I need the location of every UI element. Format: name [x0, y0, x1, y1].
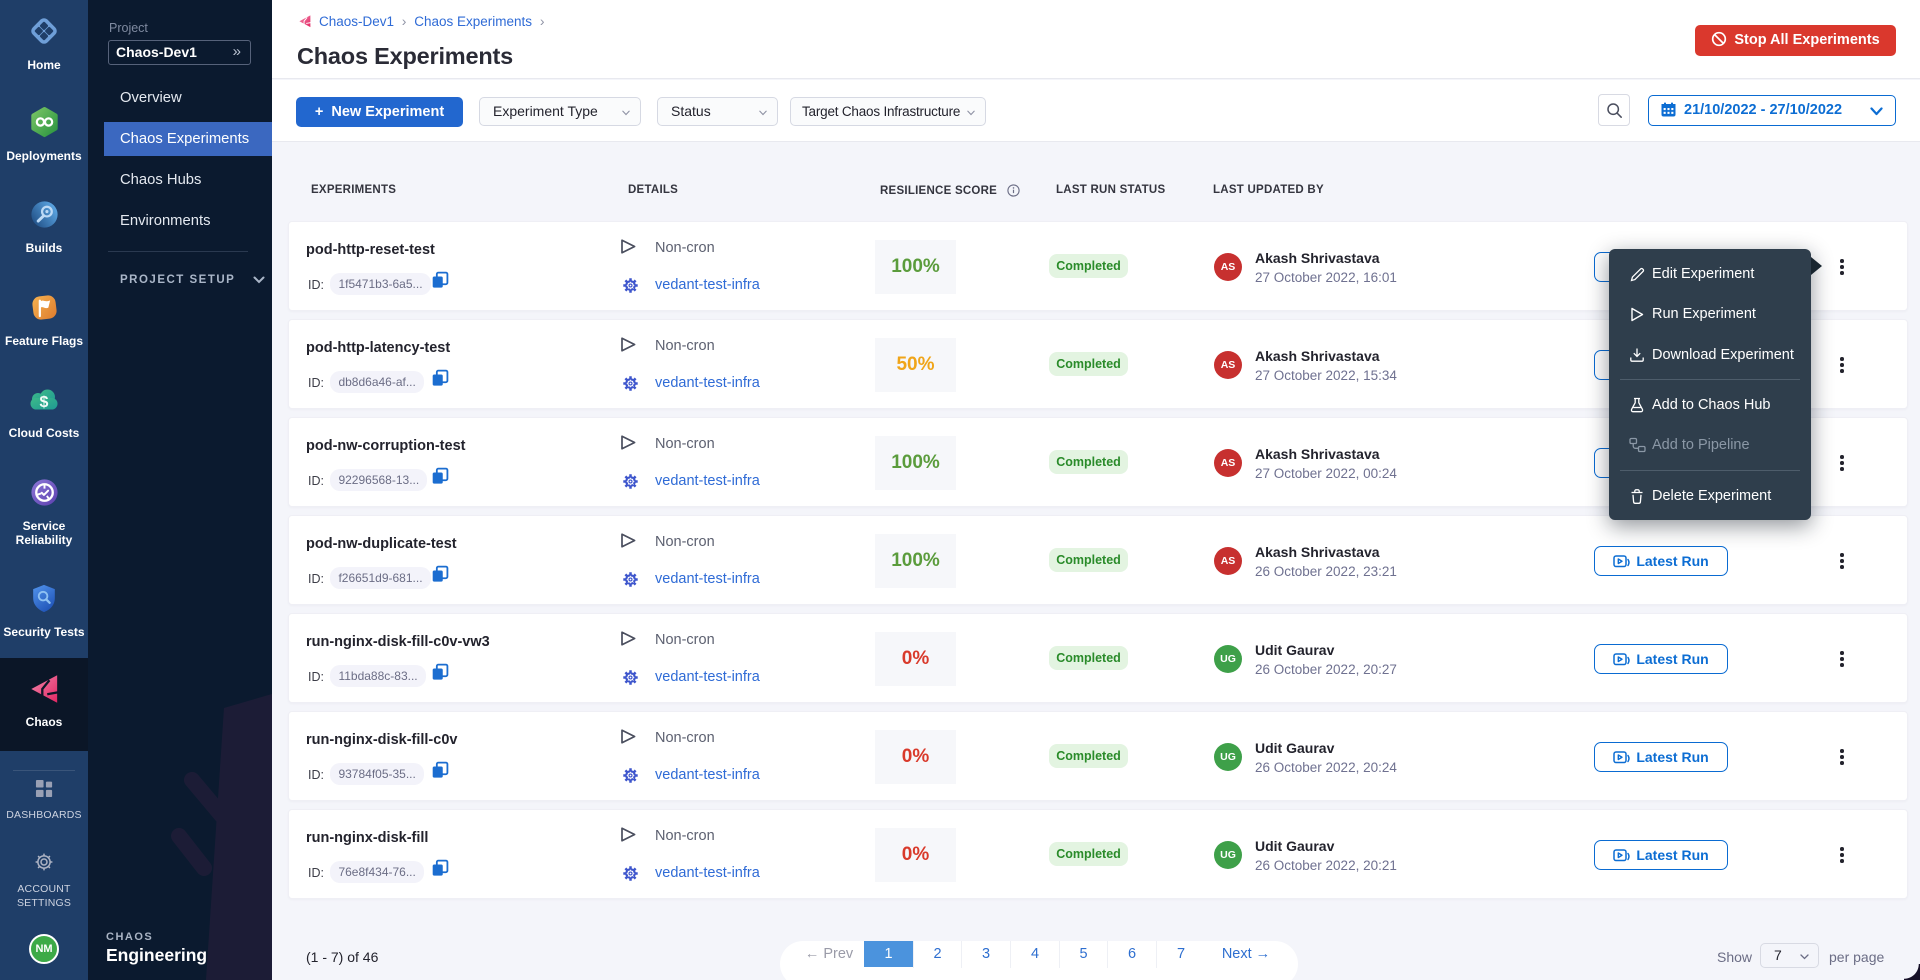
svg-text:$: $: [40, 394, 49, 411]
